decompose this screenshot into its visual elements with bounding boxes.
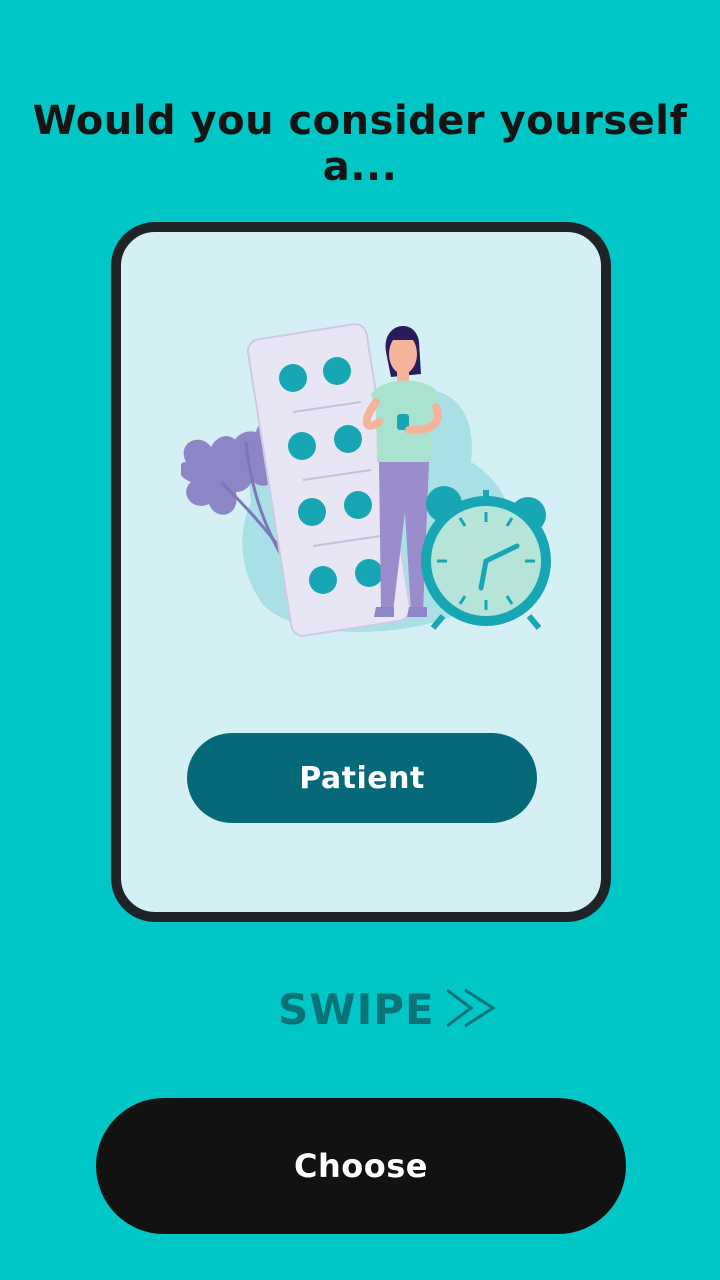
role-option-button[interactable]: Patient [187, 733, 537, 823]
swipe-hint[interactable]: SWIPE [278, 985, 499, 1034]
patient-illustration [181, 323, 551, 637]
swipe-label: SWIPE [278, 985, 435, 1034]
role-card[interactable]: Patient [111, 222, 611, 922]
double-chevron-right-icon [443, 986, 499, 1034]
question-title: Would you consider yourself a... [32, 98, 688, 190]
choose-button[interactable]: Choose [96, 1098, 626, 1234]
